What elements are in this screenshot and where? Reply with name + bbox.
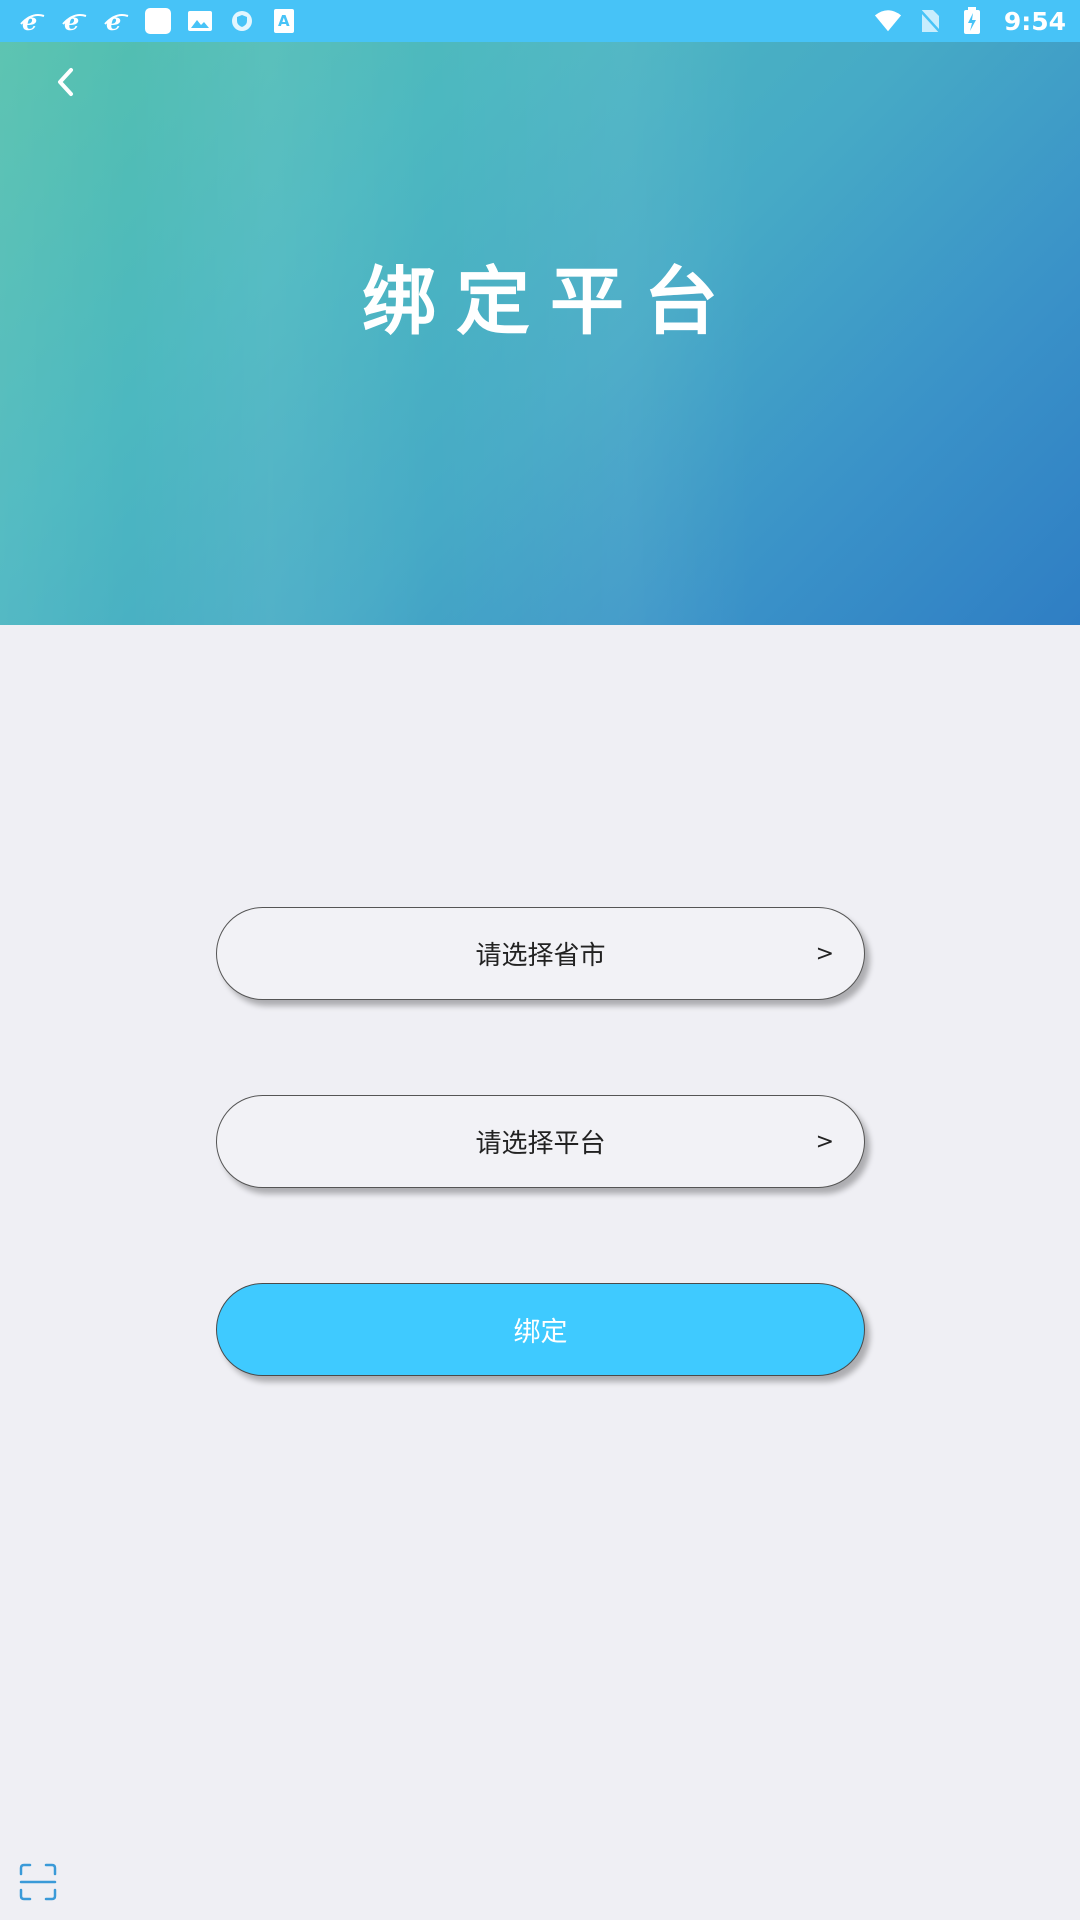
wifi-icon (874, 7, 902, 35)
battery-charging-icon (958, 7, 986, 35)
bind-button[interactable]: 绑定 (216, 1283, 865, 1376)
svg-text:A: A (278, 12, 290, 30)
province-city-select[interactable]: 请选择省市 > (216, 907, 865, 1000)
notification-icons: e e e A (18, 7, 298, 35)
blank-app-icon (144, 7, 172, 35)
ie-browser-icon: e (60, 7, 88, 35)
font-app-icon: A (270, 7, 298, 35)
no-sim-icon (916, 7, 944, 35)
ie-browser-icon: e (102, 7, 130, 35)
bind-button-label: 绑定 (513, 1317, 568, 1348)
clock: 9:54 (1003, 6, 1066, 36)
chevron-right-icon: > (815, 941, 834, 966)
province-city-select-label: 请选择省市 (475, 941, 606, 971)
back-button[interactable] (46, 64, 86, 104)
system-icons: 9:54 (874, 7, 1066, 36)
chevron-left-icon (55, 66, 77, 102)
platform-select[interactable]: 请选择平台 > (216, 1095, 865, 1188)
image-icon (186, 7, 214, 35)
platform-select-label: 请选择平台 (475, 1129, 606, 1159)
scan-icon (18, 1863, 58, 1906)
ie-browser-icon: e (18, 7, 46, 35)
status-bar: e e e A 9:54 (0, 0, 1080, 42)
scan-button[interactable] (18, 1862, 58, 1902)
page-title: 绑定平台 (362, 259, 738, 345)
header-banner: 绑定平台 (0, 42, 1080, 625)
shield-icon (228, 7, 256, 35)
chevron-right-icon: > (815, 1129, 834, 1154)
